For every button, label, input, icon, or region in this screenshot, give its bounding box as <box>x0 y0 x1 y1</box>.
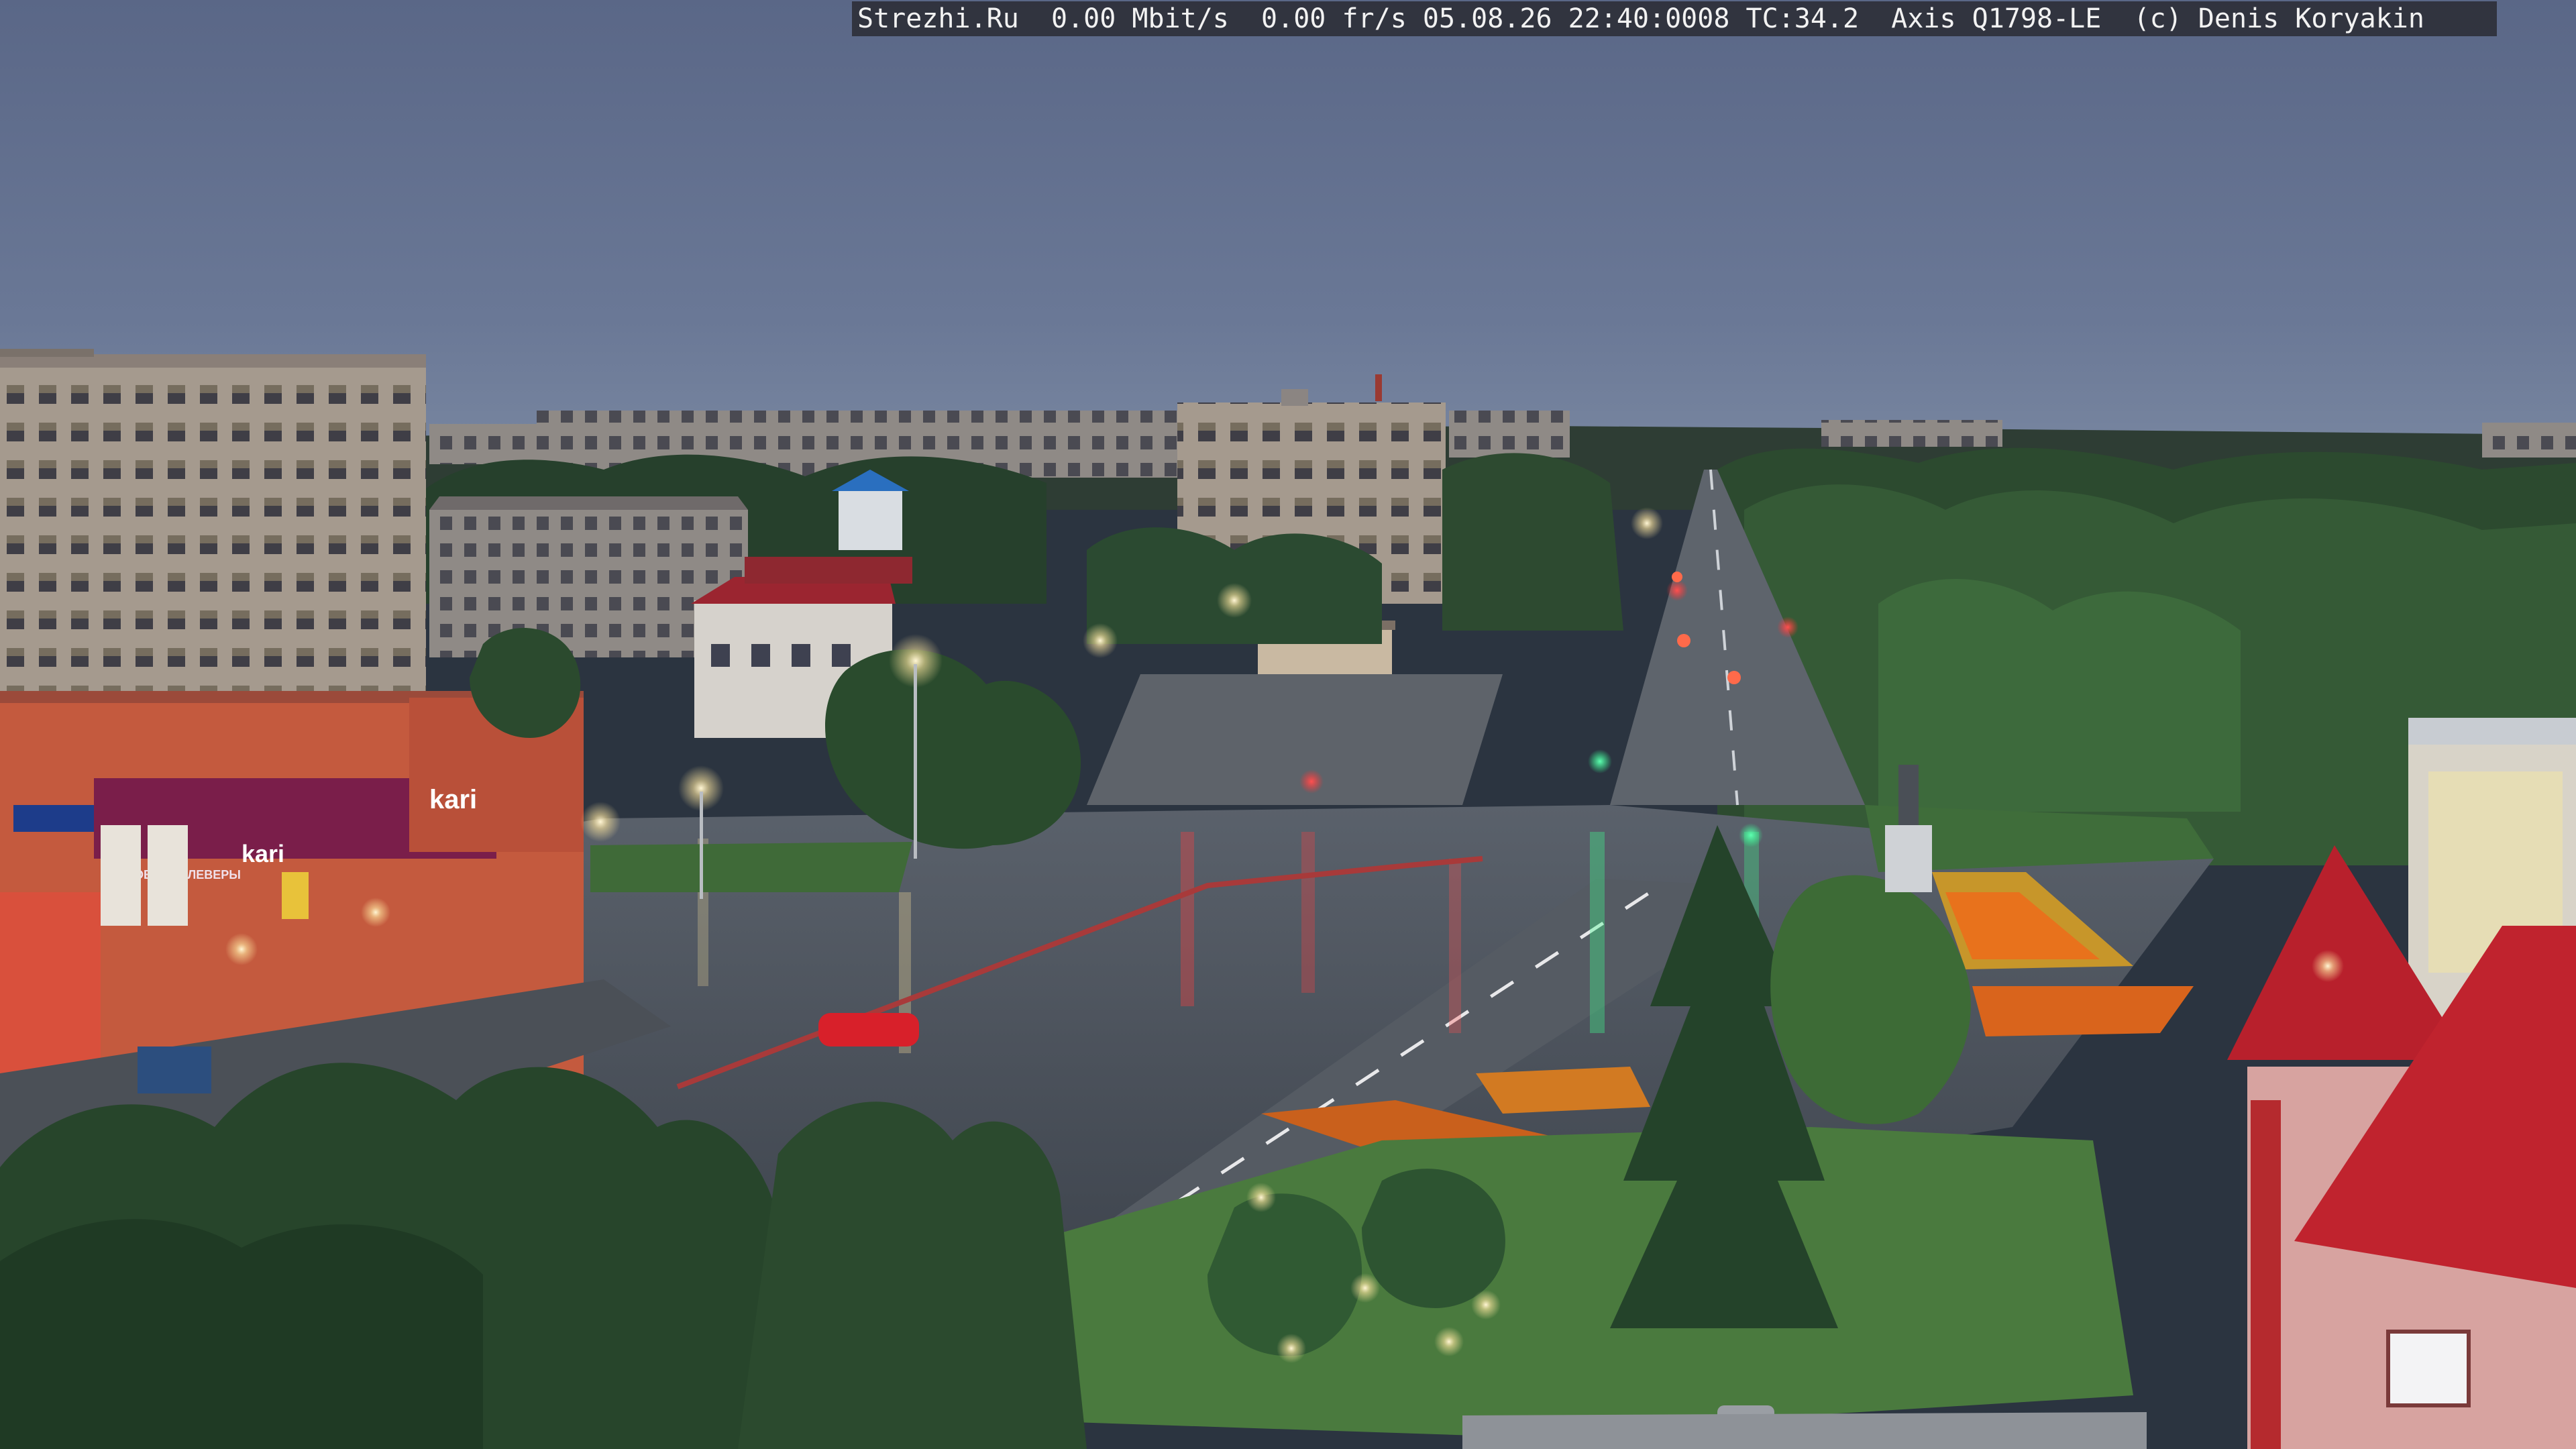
traffic-light-red-2 <box>1777 616 1799 638</box>
traffic-light-green-1 <box>1588 749 1612 773</box>
camera-info-overlay: Strezhi.Ru 0.00 Mbit/s 0.00 fr/s 05.08.2… <box>852 1 2497 36</box>
distant-building-5 <box>2482 423 2576 458</box>
lawn-left <box>590 842 912 892</box>
store-sign-lower: kari <box>241 840 284 867</box>
blue-van <box>138 1046 211 1093</box>
store-sign-upper: kari <box>429 785 477 814</box>
flowerbed-center-2 <box>1476 1067 1650 1114</box>
blue-roof-tower <box>839 490 902 550</box>
street-lamp-6 <box>1631 507 1663 539</box>
distant-building-1 <box>429 424 543 464</box>
street-lamp-3 <box>580 802 621 842</box>
tree-foreground-center <box>738 1102 1087 1449</box>
monument <box>1898 765 1919 825</box>
parking-plaza <box>1087 674 1503 805</box>
street-lamp-11 <box>1277 1334 1306 1363</box>
distant-building-3 <box>1449 411 1570 458</box>
street-lamp-12 <box>2312 950 2344 982</box>
flowerbed-right-2 <box>1972 986 2194 1036</box>
street-lamp-13 <box>225 933 258 965</box>
street-lamp-5 <box>1217 583 1252 618</box>
webcam-scene: kari kari ОБУВЬ КЛЕВЕРЫ <box>0 0 2576 1449</box>
street-lamp-4 <box>1083 623 1118 658</box>
traffic-light-red-1 <box>1299 769 1324 794</box>
street-lamp-14 <box>361 898 390 927</box>
street-lamp-8 <box>1350 1273 1380 1303</box>
traffic-light-red-3 <box>1666 580 1688 601</box>
street-lamp-7 <box>1246 1183 1276 1212</box>
red-car <box>818 1013 919 1046</box>
distant-building-4 <box>1821 420 2002 447</box>
street-lamp-10 <box>1434 1327 1464 1356</box>
street-lamp-9 <box>1471 1290 1501 1320</box>
traffic-light-green-2 <box>1739 823 1763 847</box>
